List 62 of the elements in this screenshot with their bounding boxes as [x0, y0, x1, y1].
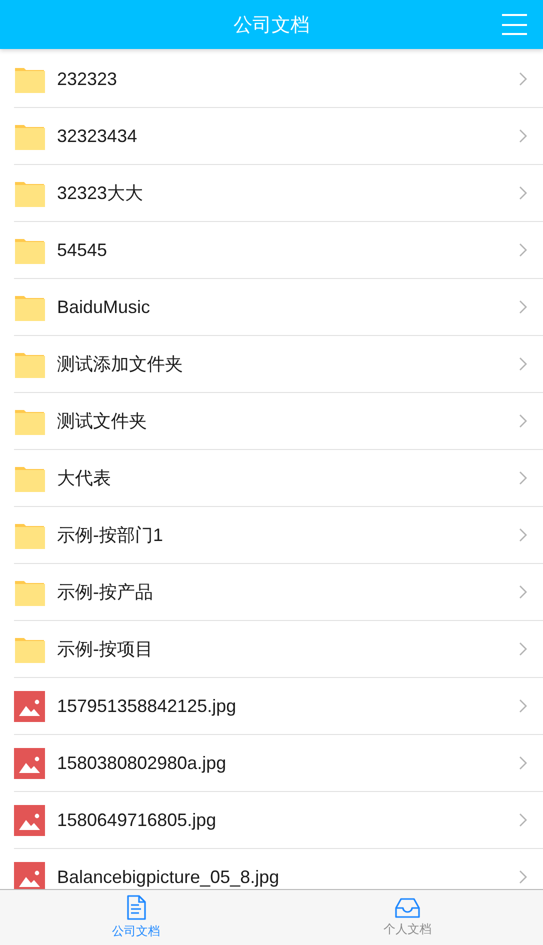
chevron-right-icon: [519, 471, 527, 485]
chevron-right-icon: [519, 243, 527, 257]
file-name: 大代表: [57, 467, 112, 490]
folder-icon: [14, 122, 45, 150]
folder-icon: [14, 408, 45, 434]
file-name: 1580380802980a.jpg: [57, 752, 228, 774]
file-list-item[interactable]: 1580649716805.jpg: [14, 792, 543, 849]
chevron-right-icon: [519, 870, 527, 884]
chevron-right-icon: [519, 528, 527, 542]
folder-icon: [14, 636, 45, 662]
file-list-item[interactable]: 示例-按部门1: [14, 507, 543, 564]
folder-icon: [14, 236, 45, 264]
chevron-right-icon: [519, 756, 527, 770]
file-list-item[interactable]: 232323: [14, 51, 543, 108]
file-name: 32323大大: [57, 182, 144, 205]
file-list-item[interactable]: 32323434: [14, 108, 543, 165]
folder-icon: [14, 180, 45, 206]
file-name: 232323: [57, 68, 118, 90]
file-name: Balancebigpicture_05_8.jpg: [57, 866, 280, 888]
file-list-item[interactable]: 1580380802980a.jpg: [14, 735, 543, 792]
chevron-right-icon: [519, 699, 527, 713]
chevron-right-icon: [519, 585, 527, 599]
folder-icon: [14, 578, 45, 606]
file-list-item[interactable]: BaiduMusic: [14, 279, 543, 336]
chevron-right-icon: [519, 357, 527, 371]
image-icon: [14, 748, 45, 778]
menu-button[interactable]: [502, 14, 527, 35]
chevron-right-icon: [519, 642, 527, 656]
file-list-item[interactable]: 54545: [14, 222, 543, 279]
folder-icon: [14, 294, 45, 320]
file-name: 示例-按产品: [57, 581, 154, 604]
document-icon: [126, 895, 146, 920]
file-list-item[interactable]: 示例-按产品: [14, 564, 543, 621]
file-name: 示例-按项目: [57, 638, 154, 661]
file-name: BaiduMusic: [57, 296, 152, 318]
file-list-item[interactable]: 32323大大: [14, 165, 543, 222]
file-list-item[interactable]: 测试文件夹: [14, 393, 543, 450]
chevron-right-icon: [519, 813, 527, 827]
file-name: 1580649716805.jpg: [57, 810, 218, 830]
file-name: 54545: [57, 240, 108, 260]
file-name: 示例-按部门1: [57, 524, 164, 547]
chevron-right-icon: [519, 414, 527, 428]
file-list-item[interactable]: 测试添加文件夹: [14, 336, 543, 393]
file-name: 32323434: [57, 126, 138, 146]
file-list-item[interactable]: 大代表: [14, 450, 543, 507]
inbox-icon: [394, 898, 420, 918]
file-name: 测试文件夹: [57, 410, 148, 433]
file-list-item[interactable]: 示例-按项目: [14, 621, 543, 678]
folder-icon: [14, 464, 45, 492]
chevron-right-icon: [519, 300, 527, 314]
folder-icon: [14, 350, 45, 378]
page-title: 公司文档: [234, 14, 310, 38]
file-name: 157951358842125.jpg: [57, 696, 238, 716]
chevron-right-icon: [519, 72, 527, 86]
chevron-right-icon: [519, 186, 527, 200]
file-name: 测试添加文件夹: [57, 353, 184, 376]
file-list-item[interactable]: 157951358842125.jpg: [14, 678, 543, 735]
folder-icon: [14, 522, 45, 548]
chevron-right-icon: [519, 129, 527, 143]
folder-icon: [14, 66, 45, 92]
image-icon: [14, 804, 45, 836]
image-icon: [14, 690, 45, 722]
